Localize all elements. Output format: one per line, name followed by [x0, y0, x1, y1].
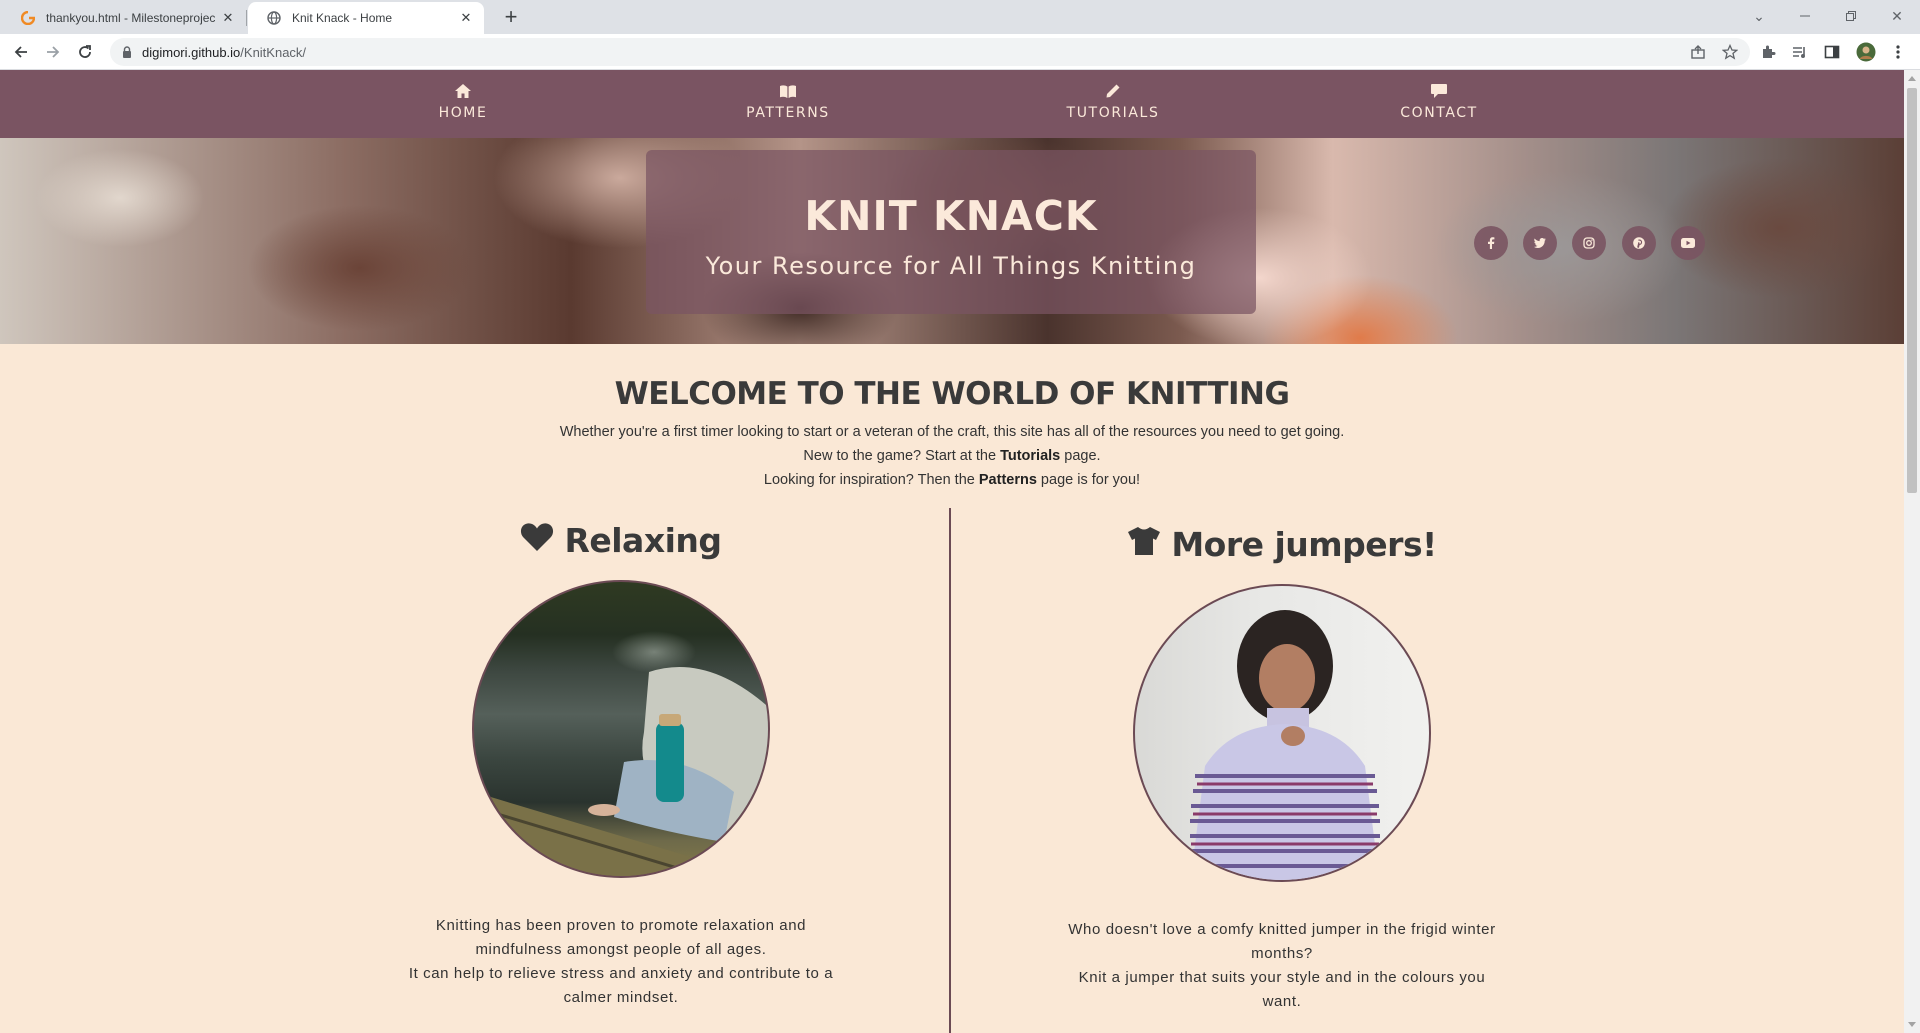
feature-title: Relaxing	[386, 518, 856, 562]
text-line: want.	[1262, 993, 1302, 1010]
site-navbar: HOME PATTERNS TUTORIALS CONTACT	[0, 70, 1904, 138]
reload-icon[interactable]	[72, 40, 98, 64]
url-text: digimori.github.io/KnitKnack/	[142, 45, 306, 60]
tab-close-icon[interactable]: ✕	[220, 10, 236, 26]
feature-jumpers: More jumpers! Who doesn't love a comfy k…	[1047, 522, 1517, 1014]
hero-banner: KNIT KNACK Your Resource for All Things …	[0, 138, 1904, 344]
patterns-link[interactable]: Patterns	[979, 472, 1037, 488]
side-panel-icon[interactable]	[1822, 42, 1842, 62]
scroll-up-icon[interactable]	[1908, 76, 1916, 81]
browser-tab[interactable]: thankyou.html - Milestoneprojec ✕	[2, 2, 246, 34]
hero-title-panel: KNIT KNACK Your Resource for All Things …	[646, 150, 1256, 314]
jumper-photo	[1133, 584, 1431, 882]
window-close-icon[interactable]: ✕	[1880, 0, 1914, 32]
nav-patterns-label: PATTERNS	[746, 105, 830, 121]
restore-icon[interactable]	[1834, 0, 1868, 32]
nav-contact-link[interactable]: CONTACT	[1359, 82, 1519, 121]
feature-description: Who doesn't love a comfy knitted jumper …	[1047, 918, 1517, 1014]
instagram-icon[interactable]	[1572, 226, 1606, 260]
forward-icon[interactable]	[40, 40, 66, 64]
text-line: Knitting has been proven to promote rela…	[435, 917, 807, 934]
tab-close-icon[interactable]: ✕	[458, 10, 474, 26]
home-icon	[383, 82, 543, 100]
nav-tutorials-link[interactable]: TUTORIALS	[1033, 82, 1193, 121]
relaxing-photo	[472, 580, 770, 878]
browser-toolbar: digimori.github.io/KnitKnack/	[0, 34, 1920, 70]
new-tab-button[interactable]: +	[498, 5, 524, 31]
browser-tab-strip: thankyou.html - Milestoneprojec ✕ Knit K…	[0, 0, 1920, 34]
nav-tutorials-label: TUTORIALS	[1066, 105, 1160, 121]
heart-icon	[520, 521, 554, 560]
book-icon	[708, 82, 868, 100]
media-queue-icon[interactable]	[1790, 42, 1810, 62]
welcome-tutorials-line: New to the game? Start at the Tutorials …	[0, 444, 1904, 468]
text: New to the game? Start at the	[803, 448, 1001, 464]
url-path: /KnitKnack/	[240, 44, 307, 60]
profile-avatar[interactable]	[1856, 42, 1876, 62]
page-viewport: HOME PATTERNS TUTORIALS CONTACT KNIT KNA…	[0, 70, 1904, 1033]
youtube-icon[interactable]	[1671, 226, 1705, 260]
scroll-down-icon[interactable]	[1908, 1022, 1916, 1027]
text-line: Who doesn't love a comfy knitted jumper …	[1068, 921, 1496, 938]
extensions-icon[interactable]	[1758, 42, 1778, 62]
nav-home-label: HOME	[438, 105, 488, 121]
text: page is for you!	[1036, 472, 1141, 488]
twitter-icon[interactable]	[1523, 226, 1557, 260]
minimize-icon[interactable]	[1788, 0, 1822, 32]
scrollbar-thumb[interactable]	[1907, 88, 1917, 493]
text-line: Knit a jumper that suits your style and …	[1078, 969, 1486, 986]
back-icon[interactable]	[8, 40, 34, 64]
comment-icon	[1359, 82, 1519, 100]
bookmark-star-icon[interactable]	[1720, 42, 1740, 62]
browser-menu-icon[interactable]	[1888, 42, 1908, 62]
text-line: mindfulness amongst people of all ages.	[475, 941, 767, 958]
tutorials-link[interactable]: Tutorials	[1000, 448, 1060, 464]
globe-favicon-icon	[266, 10, 282, 26]
lock-icon[interactable]	[120, 45, 134, 59]
feature-relaxing: Relaxing Knitting has been proven to pro…	[386, 518, 856, 1010]
shirt-icon	[1127, 525, 1161, 564]
feature-title-text: Relaxing	[564, 520, 722, 560]
share-icon[interactable]	[1688, 42, 1708, 62]
text-line: It can help to relieve stress and anxiet…	[408, 965, 834, 982]
welcome-intro: Whether you're a first timer looking to …	[559, 424, 1345, 440]
pinterest-icon[interactable]	[1622, 226, 1656, 260]
tab-title: Knit Knack - Home	[292, 11, 393, 25]
site-title: KNIT KNACK	[804, 192, 1098, 240]
nav-contact-label: CONTACT	[1400, 105, 1478, 121]
text-line: months?	[1251, 945, 1313, 962]
tab-separator	[246, 10, 247, 26]
text: Looking for inspiration? Then the	[763, 472, 979, 488]
browser-tab-active[interactable]: Knit Knack - Home ✕	[248, 2, 484, 34]
welcome-heading: WELCOME TO THE WORLD OF KNITTING	[614, 376, 1290, 412]
site-tagline: Your Resource for All Things Knitting	[705, 252, 1197, 280]
tab-title: thankyou.html - Milestoneprojec	[46, 11, 216, 25]
feature-title: More jumpers!	[1047, 522, 1517, 566]
pencil-icon	[1033, 82, 1193, 100]
text-line: calmer mindset.	[563, 989, 679, 1006]
url-host: digimori.github.io	[142, 44, 241, 60]
welcome-patterns-line: Looking for inspiration? Then the Patter…	[0, 468, 1904, 492]
gitpod-favicon-icon	[20, 10, 36, 26]
feature-description: Knitting has been proven to promote rela…	[386, 914, 856, 1010]
facebook-icon[interactable]	[1474, 226, 1508, 260]
column-divider	[949, 508, 951, 1033]
page-scrollbar[interactable]	[1904, 70, 1920, 1033]
nav-home-link[interactable]: HOME	[383, 82, 543, 121]
text: page.	[1060, 448, 1101, 464]
tab-search-icon[interactable]: ⌄	[1742, 0, 1776, 32]
address-bar[interactable]: digimori.github.io/KnitKnack/	[110, 38, 1750, 66]
welcome-section: WELCOME TO THE WORLD OF KNITTING Whether…	[0, 376, 1904, 492]
feature-title-text: More jumpers!	[1171, 524, 1437, 564]
nav-patterns-link[interactable]: PATTERNS	[708, 82, 868, 121]
